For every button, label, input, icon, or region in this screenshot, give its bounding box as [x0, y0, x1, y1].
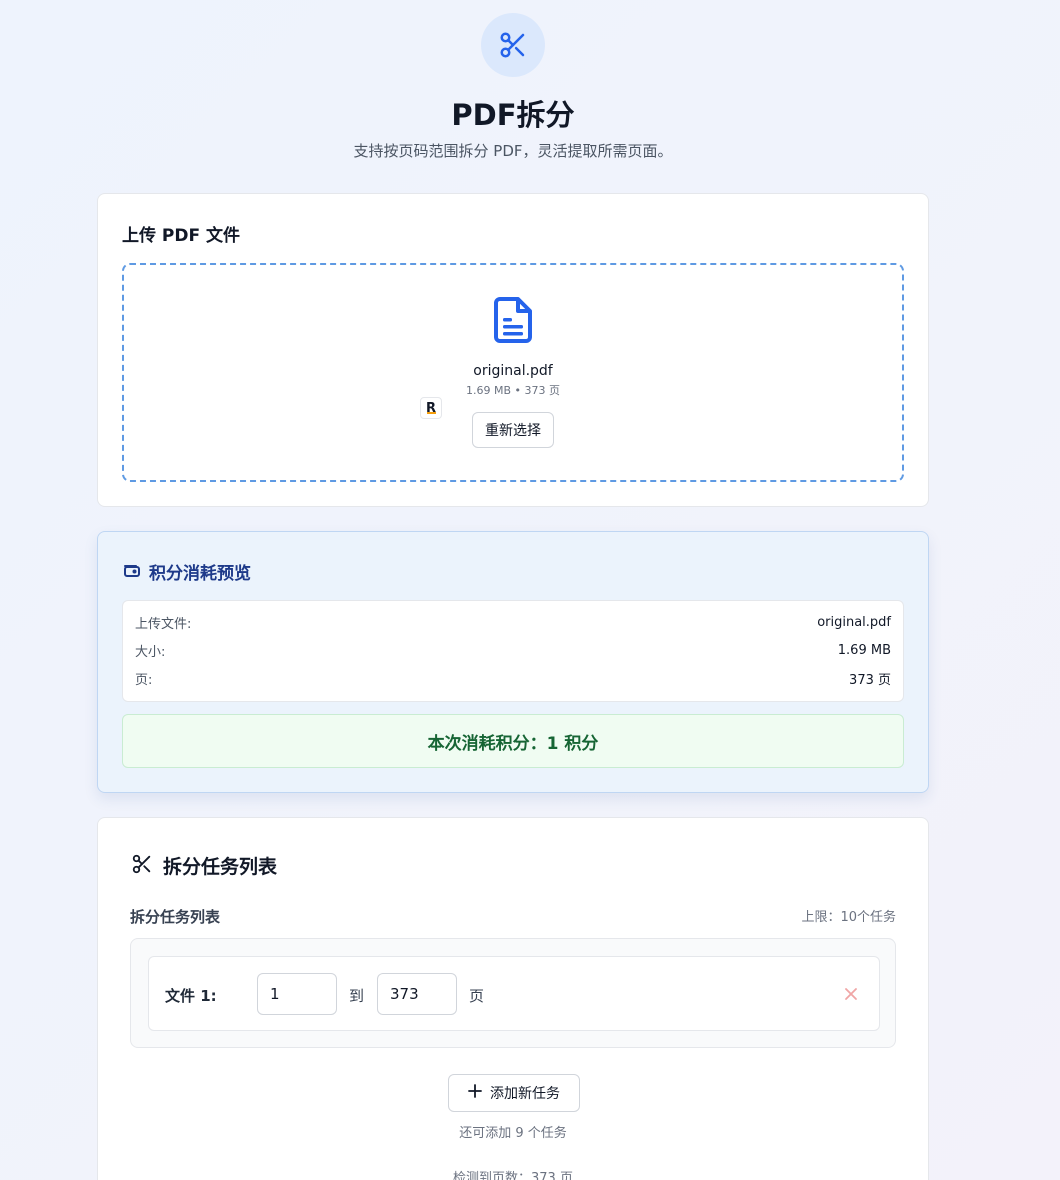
credit-row-label: 大小:	[135, 644, 166, 660]
credit-preview-card: 积分消耗预览 上传文件: original.pdf 大小: 1.69 MB 页:…	[97, 531, 929, 793]
credit-title: 积分消耗预览	[149, 564, 251, 584]
credit-row-label: 页:	[135, 672, 153, 688]
remove-task-close-icon[interactable]	[841, 984, 861, 1004]
credit-total: 本次消耗积分：1 积分	[122, 714, 904, 768]
credit-row-pages: 页: 373 页	[135, 668, 891, 688]
credit-row-value: original.pdf	[817, 614, 891, 630]
task-row: 文件 1: 到 页	[148, 956, 880, 1031]
credit-row-label: 上传文件:	[135, 616, 192, 632]
pdf-split-page: PDF拆分 支持按页码范围拆分 PDF，灵活提取所需页面。 上传 PDF 文件 …	[0, 0, 1060, 1180]
credit-row-size: 大小: 1.69 MB	[135, 640, 891, 660]
task-unit-label: 页	[469, 987, 485, 1005]
add-task-hint: 还可添加 9 个任务	[459, 1126, 567, 1141]
credit-header: 积分消耗预览	[123, 559, 251, 584]
tasks-header: 拆分任务列表	[131, 852, 277, 879]
page-subtitle: 支持按页码范围拆分 PDF，灵活提取所需页面。	[353, 142, 673, 160]
to-page-input[interactable]	[377, 973, 457, 1015]
task-to-label: 到	[349, 987, 365, 1005]
tasks-title: 拆分任务列表	[163, 856, 278, 878]
r-badge-icon: R	[420, 397, 442, 419]
upload-card: 上传 PDF 文件 original.pdf 1.69 MB • 373 页 R…	[97, 193, 929, 507]
uploaded-file-name: original.pdf	[473, 363, 553, 379]
credit-row-value: 1.69 MB	[837, 642, 891, 658]
detected-pages: 检测到页数：373 页	[453, 1171, 573, 1180]
file-text-icon	[492, 296, 534, 348]
upload-title: 上传 PDF 文件	[122, 226, 241, 246]
credit-row-value: 373 页	[849, 672, 891, 688]
reselect-button[interactable]: 重新选择	[472, 412, 554, 448]
split-tasks-card: 拆分任务列表 拆分任务列表 上限：10个任务 文件 1: 到 页	[97, 817, 929, 1180]
task-list: 文件 1: 到 页	[130, 938, 896, 1048]
hero-scissors-icon	[481, 13, 545, 77]
credit-row-file: 上传文件: original.pdf	[135, 612, 891, 632]
wallet-icon	[123, 562, 141, 582]
page-title: PDF拆分	[451, 98, 575, 132]
add-task-label: 添加新任务	[490, 1086, 560, 1102]
upload-dropzone[interactable]: original.pdf 1.69 MB • 373 页 R 重新选择	[122, 263, 904, 482]
tasks-list-label: 拆分任务列表	[130, 908, 221, 926]
credit-details: 上传文件: original.pdf 大小: 1.69 MB 页: 373 页	[122, 600, 904, 702]
plus-icon	[468, 1084, 482, 1102]
scissors-icon	[131, 853, 153, 879]
tasks-limit: 上限：10个任务	[801, 910, 896, 925]
uploaded-file-meta: 1.69 MB • 373 页	[466, 384, 560, 397]
task-label: 文件 1:	[165, 987, 217, 1005]
add-task-button[interactable]: 添加新任务	[448, 1074, 580, 1112]
from-page-input[interactable]	[257, 973, 337, 1015]
